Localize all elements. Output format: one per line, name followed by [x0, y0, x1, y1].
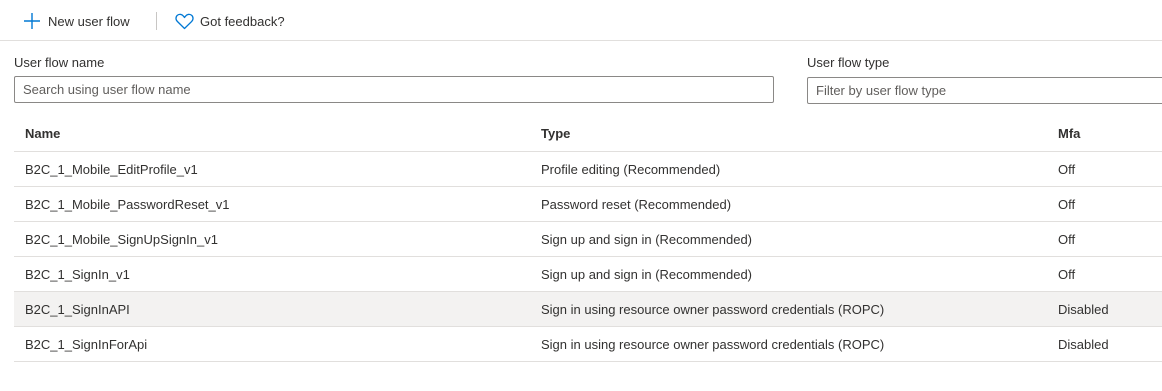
row-name-cell[interactable]: B2C_1_SignIn_v1	[25, 257, 130, 291]
row-name-cell[interactable]: B2C_1_SignInAPI	[25, 292, 130, 326]
column-header-type[interactable]: Type	[541, 116, 570, 151]
row-mfa-cell: Disabled	[1058, 301, 1109, 317]
user-flow-name-search-input[interactable]	[14, 76, 774, 103]
got-feedback-label: Got feedback?	[200, 13, 285, 29]
user-flows-table: Name Type Mfa B2C_1_Mobile_EditProfile_v…	[14, 116, 1162, 362]
table-header: Name Type Mfa	[14, 116, 1162, 152]
table-row[interactable]: B2C_1_Mobile_SignUpSignIn_v1 Sign up and…	[14, 222, 1162, 257]
toolbar-divider	[156, 12, 157, 30]
user-flow-name-label: User flow name	[14, 55, 105, 70]
user-flow-type-filter-input[interactable]	[807, 77, 1162, 104]
row-type-cell: Profile editing (Recommended)	[541, 161, 721, 177]
row-name-cell[interactable]: B2C_1_Mobile_SignUpSignIn_v1	[25, 222, 218, 256]
row-mfa-cell: Off	[1058, 266, 1076, 282]
column-header-name[interactable]: Name	[25, 116, 60, 151]
plus-icon	[22, 11, 42, 31]
row-type-cell: Sign in using resource owner password cr…	[541, 301, 885, 317]
table-row[interactable]: B2C_1_Mobile_EditProfile_v1 Profile edit…	[14, 152, 1162, 187]
table-row[interactable]: B2C_1_Mobile_PasswordReset_v1 Password r…	[14, 187, 1162, 222]
row-mfa-cell: Disabled	[1058, 336, 1109, 352]
row-type-cell: Password reset (Recommended)	[541, 196, 732, 212]
new-user-flow-label: New user flow	[48, 13, 130, 29]
table-row[interactable]: B2C_1_SignIn_v1 Sign up and sign in (Rec…	[14, 257, 1162, 292]
column-header-mfa[interactable]: Mfa	[1058, 116, 1080, 151]
new-user-flow-button[interactable]: New user flow	[22, 9, 130, 33]
row-mfa-cell: Off	[1058, 161, 1076, 177]
row-name-cell[interactable]: B2C_1_Mobile_EditProfile_v1	[25, 152, 198, 186]
user-flow-type-label: User flow type	[807, 55, 890, 70]
heart-icon	[174, 11, 194, 31]
got-feedback-button[interactable]: Got feedback?	[174, 9, 285, 33]
row-mfa-cell: Off	[1058, 196, 1076, 212]
row-type-cell: Sign up and sign in (Recommended)	[541, 266, 753, 282]
row-name-cell[interactable]: B2C_1_SignInForApi	[25, 327, 147, 361]
row-type-cell: Sign up and sign in (Recommended)	[541, 231, 753, 247]
row-type-cell: Sign in using resource owner password cr…	[541, 336, 885, 352]
row-name-cell[interactable]: B2C_1_Mobile_PasswordReset_v1	[25, 187, 230, 221]
command-bar: New user flow Got feedback?	[0, 0, 1162, 41]
table-row[interactable]: B2C_1_SignInForApi Sign in using resourc…	[14, 327, 1162, 362]
row-mfa-cell: Off	[1058, 231, 1076, 247]
table-row-selected[interactable]: B2C_1_SignInAPI Sign in using resource o…	[14, 292, 1162, 327]
